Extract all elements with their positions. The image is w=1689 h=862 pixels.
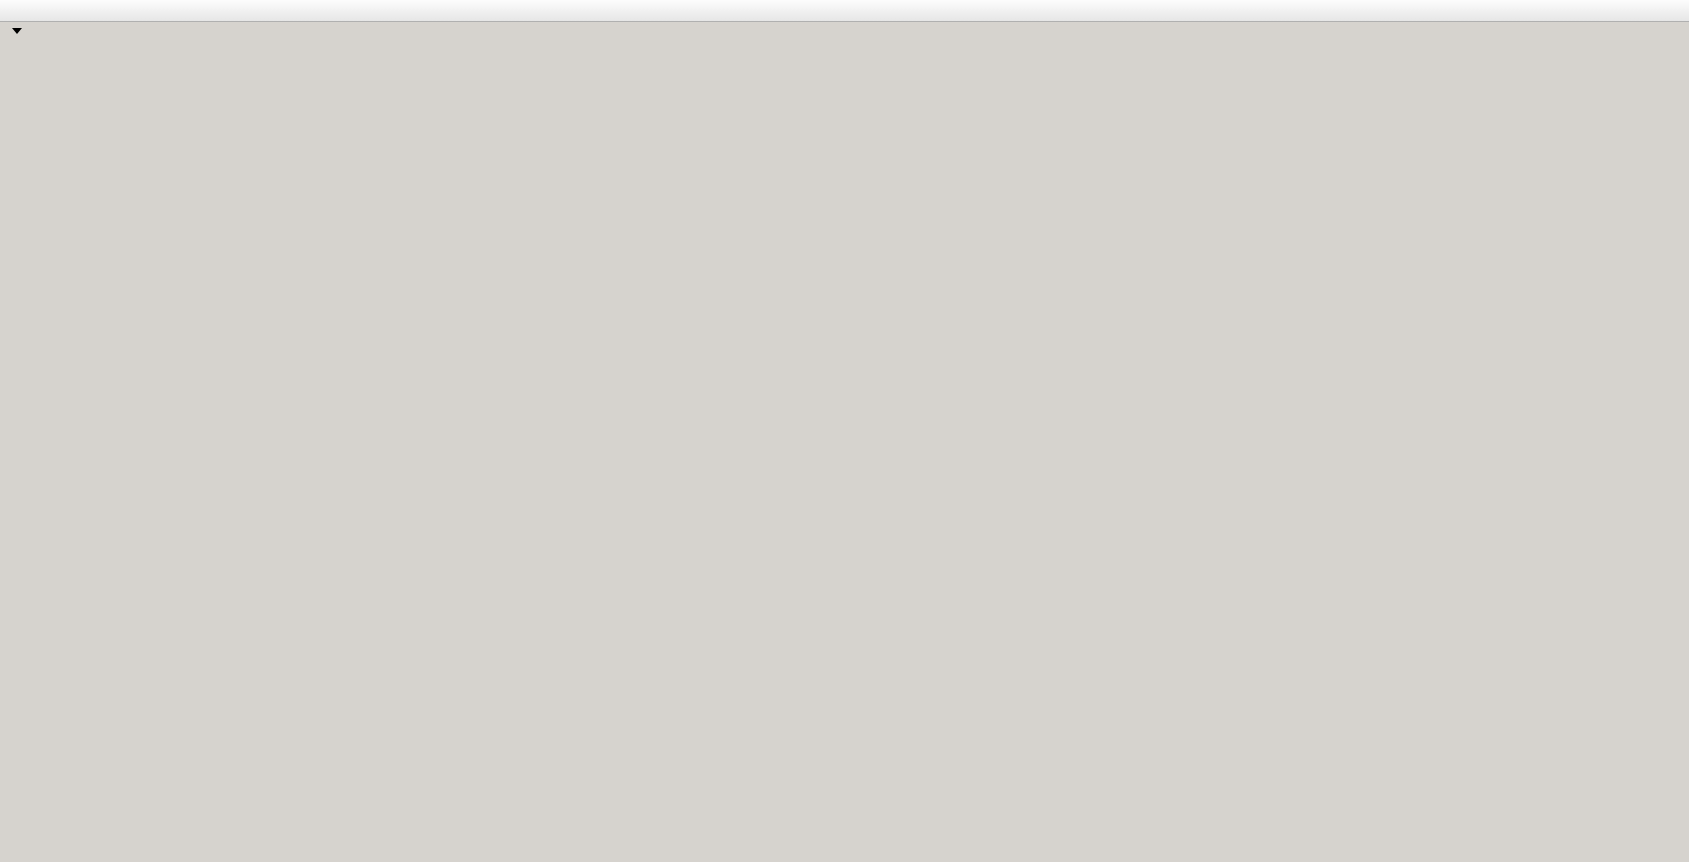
toolbar	[0, 0, 1689, 22]
chart-title[interactable]	[12, 28, 28, 34]
chart-area	[0, 0, 1689, 862]
mt4-window: { "toolbar": { "new_order_label": "新订单",…	[0, 0, 1689, 862]
chevron-down-icon	[12, 28, 22, 34]
